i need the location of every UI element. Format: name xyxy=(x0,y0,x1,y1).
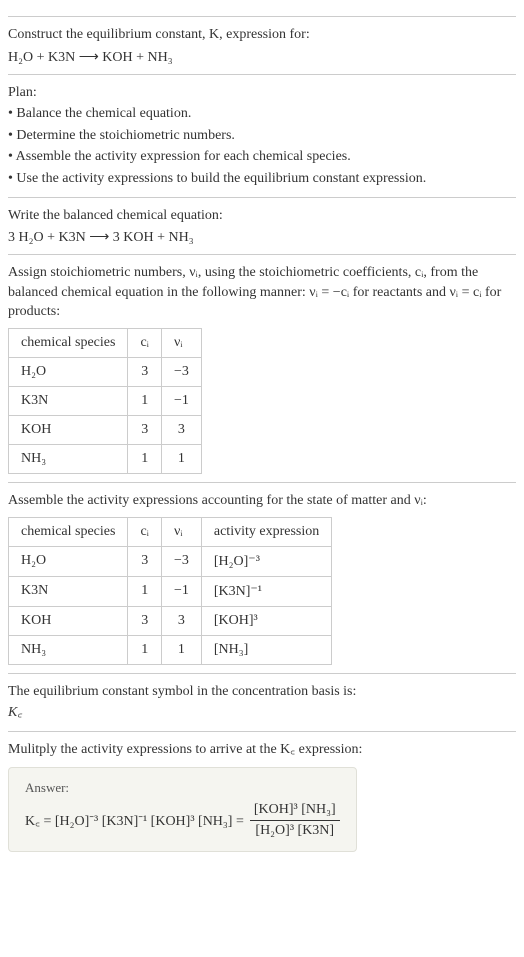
cell-v: 3 xyxy=(161,606,201,635)
table-row: KOH 3 3 [KOH]³ xyxy=(9,606,332,635)
stoich-section: Assign stoichiometric numbers, νᵢ, using… xyxy=(8,254,516,474)
plan-item: • Use the activity expressions to build … xyxy=(8,169,516,189)
multiply-section: Mulitply the activity expressions to arr… xyxy=(8,731,516,853)
cell-species: K3N xyxy=(9,386,128,415)
table-row: K3N 1 −1 xyxy=(9,386,202,415)
header-section: Construct the equilibrium constant, K, e… xyxy=(8,16,516,66)
cell-v: −3 xyxy=(161,546,201,576)
col-header: chemical species xyxy=(9,517,128,546)
plan-label: Plan: xyxy=(8,83,516,103)
plan-item: • Balance the chemical equation. xyxy=(8,104,516,124)
answer-box: Answer: K꜀ = [H₂O]⁻³ [K3N]⁻¹ [KOH]³ [NH₃… xyxy=(8,767,357,852)
cell-expr: [NH₃] xyxy=(201,635,331,664)
col-header: cᵢ xyxy=(128,517,162,546)
table-row: K3N 1 −1 [K3N]⁻¹ xyxy=(9,576,332,606)
balanced-label: Write the balanced chemical equation: xyxy=(8,206,516,226)
header-title: Construct the equilibrium constant, K, e… xyxy=(8,25,516,45)
col-header: νᵢ xyxy=(161,517,201,546)
balanced-equation: 3 H₂O + K3N ⟶ 3 KOH + NH₃ xyxy=(8,229,516,246)
cell-species: K3N xyxy=(9,576,128,606)
plan-item: • Determine the stoichiometric numbers. xyxy=(8,126,516,146)
cell-expr: [K3N]⁻¹ xyxy=(201,576,331,606)
cell-c: 3 xyxy=(128,415,162,444)
cell-v: −1 xyxy=(161,576,201,606)
stoich-text: Assign stoichiometric numbers, νᵢ, using… xyxy=(8,263,516,322)
kc-fraction: [KOH]³ [NH₃] [H₂O]³ [K3N] xyxy=(250,802,340,839)
col-header: activity expression xyxy=(201,517,331,546)
multiply-text: Mulitply the activity expressions to arr… xyxy=(8,740,516,760)
stoich-table: chemical species cᵢ νᵢ H₂O 3 −3 K3N 1 −1… xyxy=(8,328,202,474)
cell-expr: [KOH]³ xyxy=(201,606,331,635)
activity-section: Assemble the activity expressions accoun… xyxy=(8,482,516,665)
cell-c: 1 xyxy=(128,576,162,606)
col-header: cᵢ xyxy=(128,328,162,357)
cell-species: KOH xyxy=(9,415,128,444)
cell-v: 3 xyxy=(161,415,201,444)
table-header-row: chemical species cᵢ νᵢ activity expressi… xyxy=(9,517,332,546)
cell-c: 3 xyxy=(128,357,162,386)
cell-species: H₂O xyxy=(9,546,128,576)
kc-symbol-text: The equilibrium constant symbol in the c… xyxy=(8,682,516,702)
col-header: νᵢ xyxy=(161,328,201,357)
table-row: H₂O 3 −3 [H₂O]⁻³ xyxy=(9,546,332,576)
answer-label: Answer: xyxy=(25,780,340,796)
cell-c: 1 xyxy=(128,444,162,473)
cell-c: 1 xyxy=(128,386,162,415)
kc-numerator: [KOH]³ [NH₃] xyxy=(250,802,340,821)
kc-lhs: K꜀ = [H₂O]⁻³ [K3N]⁻¹ [KOH]³ [NH₃] = xyxy=(25,811,244,830)
kc-denominator: [H₂O]³ [K3N] xyxy=(251,821,338,839)
kc-expression: K꜀ = [H₂O]⁻³ [K3N]⁻¹ [KOH]³ [NH₃] = [KOH… xyxy=(25,802,340,839)
cell-species: NH₃ xyxy=(9,444,128,473)
plan-section: Plan: • Balance the chemical equation. •… xyxy=(8,74,516,189)
cell-c: 3 xyxy=(128,546,162,576)
cell-species: KOH xyxy=(9,606,128,635)
cell-v: 1 xyxy=(161,444,201,473)
cell-v: −1 xyxy=(161,386,201,415)
cell-v: 1 xyxy=(161,635,201,664)
cell-c: 3 xyxy=(128,606,162,635)
col-header: chemical species xyxy=(9,328,128,357)
header-equation: H₂O + K3N ⟶ KOH + NH₃ xyxy=(8,49,516,66)
balanced-section: Write the balanced chemical equation: 3 … xyxy=(8,197,516,247)
activity-table: chemical species cᵢ νᵢ activity expressi… xyxy=(8,517,332,665)
table-header-row: chemical species cᵢ νᵢ xyxy=(9,328,202,357)
cell-expr: [H₂O]⁻³ xyxy=(201,546,331,576)
activity-text: Assemble the activity expressions accoun… xyxy=(8,491,516,511)
table-row: KOH 3 3 xyxy=(9,415,202,444)
kc-symbol: K꜀ xyxy=(8,703,516,723)
table-row: NH₃ 1 1 xyxy=(9,444,202,473)
plan-item: • Assemble the activity expression for e… xyxy=(8,147,516,167)
cell-species: NH₃ xyxy=(9,635,128,664)
cell-c: 1 xyxy=(128,635,162,664)
kc-symbol-section: The equilibrium constant symbol in the c… xyxy=(8,673,516,723)
cell-species: H₂O xyxy=(9,357,128,386)
cell-v: −3 xyxy=(161,357,201,386)
table-row: H₂O 3 −3 xyxy=(9,357,202,386)
table-row: NH₃ 1 1 [NH₃] xyxy=(9,635,332,664)
